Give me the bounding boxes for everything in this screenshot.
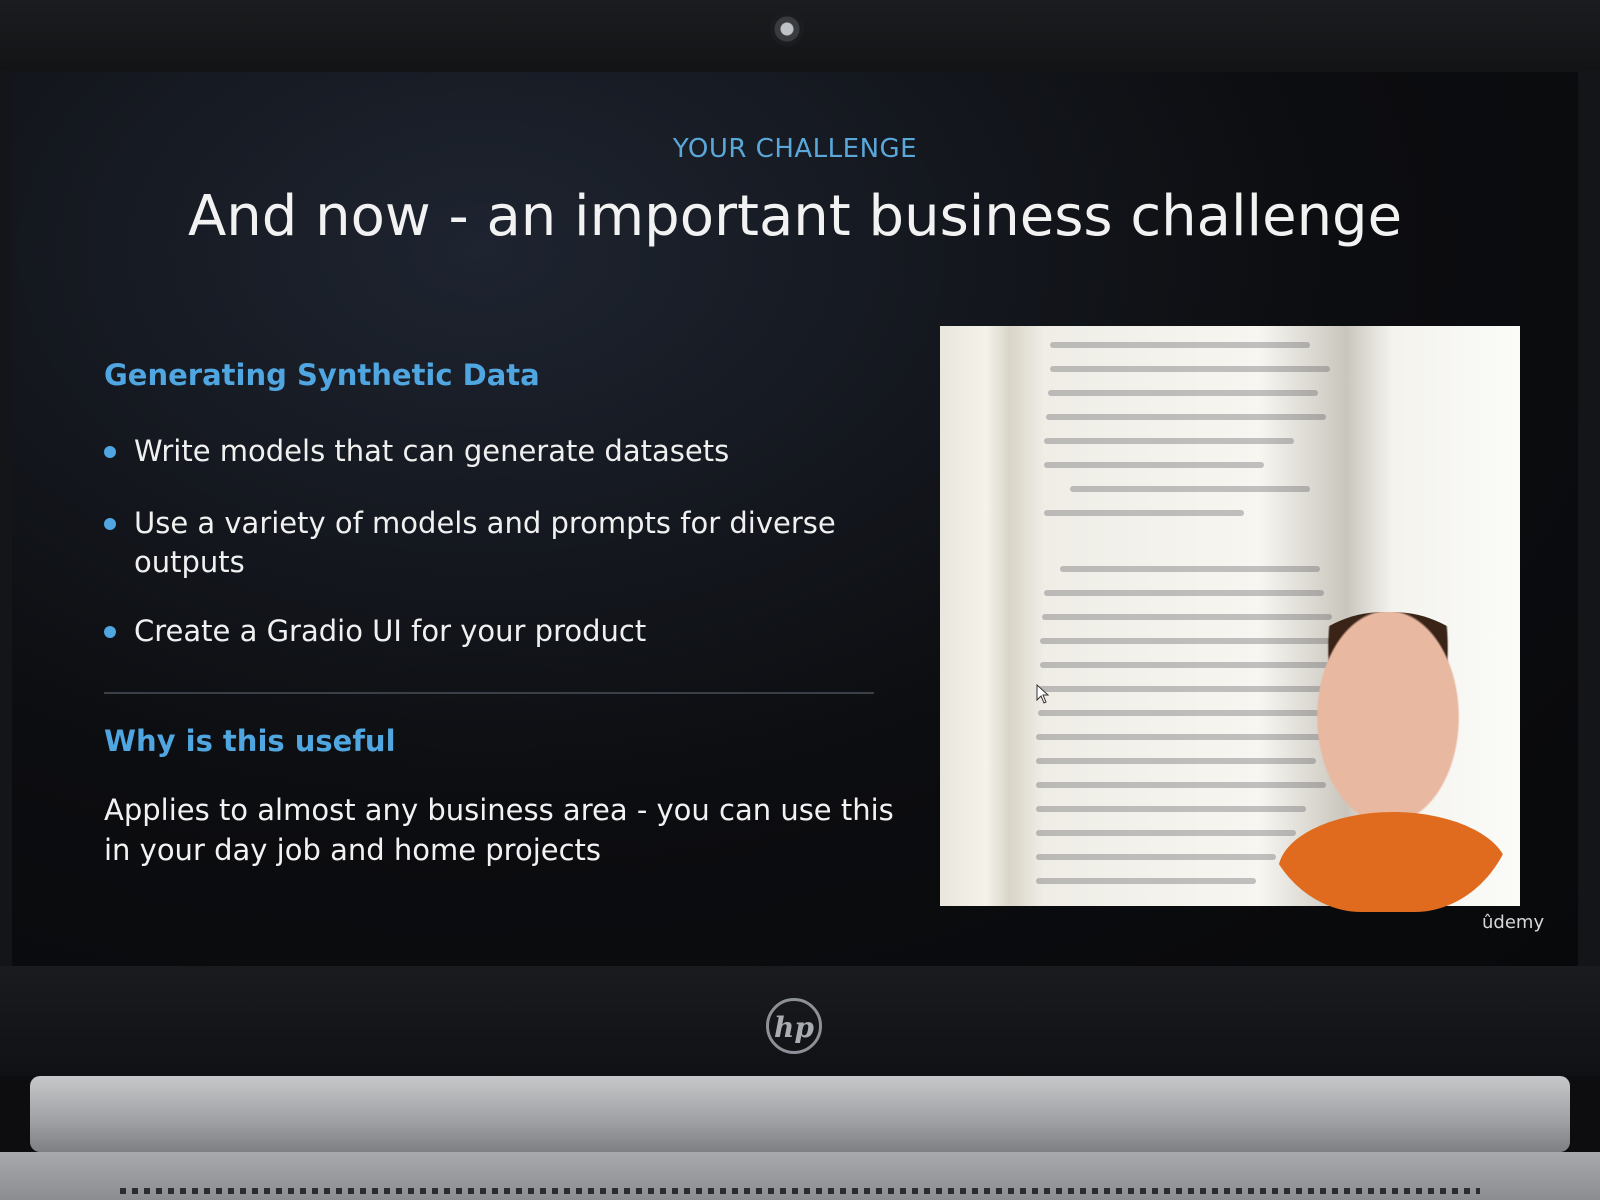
- section-heading-synthetic-data: Generating Synthetic Data: [104, 358, 540, 392]
- webcam: [770, 12, 804, 46]
- bullet-dot-icon: [104, 446, 116, 458]
- bullet-dot-icon: [104, 518, 116, 530]
- why-useful-body: Applies to almost any business area - yo…: [104, 793, 894, 867]
- laptop-top-bezel: [0, 0, 1600, 80]
- slide-title: And now - an important business challeng…: [187, 184, 1403, 249]
- laptop-vent: [120, 1188, 1480, 1194]
- instructor-webcam-avatar: [1258, 612, 1518, 912]
- section-divider: [104, 692, 874, 694]
- bullet-dot-icon: [104, 626, 116, 638]
- hp-logo: hp: [766, 998, 822, 1054]
- laptop-right-bezel: [1578, 70, 1600, 970]
- bullet-text: Use a variety of models and prompts for …: [134, 506, 836, 579]
- slide-kicker: YOUR CHALLENGE: [672, 134, 918, 164]
- laptop-hinge: [30, 1076, 1570, 1152]
- section-heading-why-useful: Why is this useful: [104, 724, 396, 758]
- bullet-text: Write models that can generate datasets: [134, 434, 730, 468]
- bullet-text: Create a Gradio UI for your product: [134, 614, 647, 648]
- mouse-pointer-icon: [1036, 684, 1050, 704]
- instructor-shirt: [1278, 812, 1508, 912]
- udemy-logo: ûdemy: [1482, 912, 1545, 933]
- video-slide-screen: YOUR CHALLENGE And now - an important bu…: [12, 72, 1578, 966]
